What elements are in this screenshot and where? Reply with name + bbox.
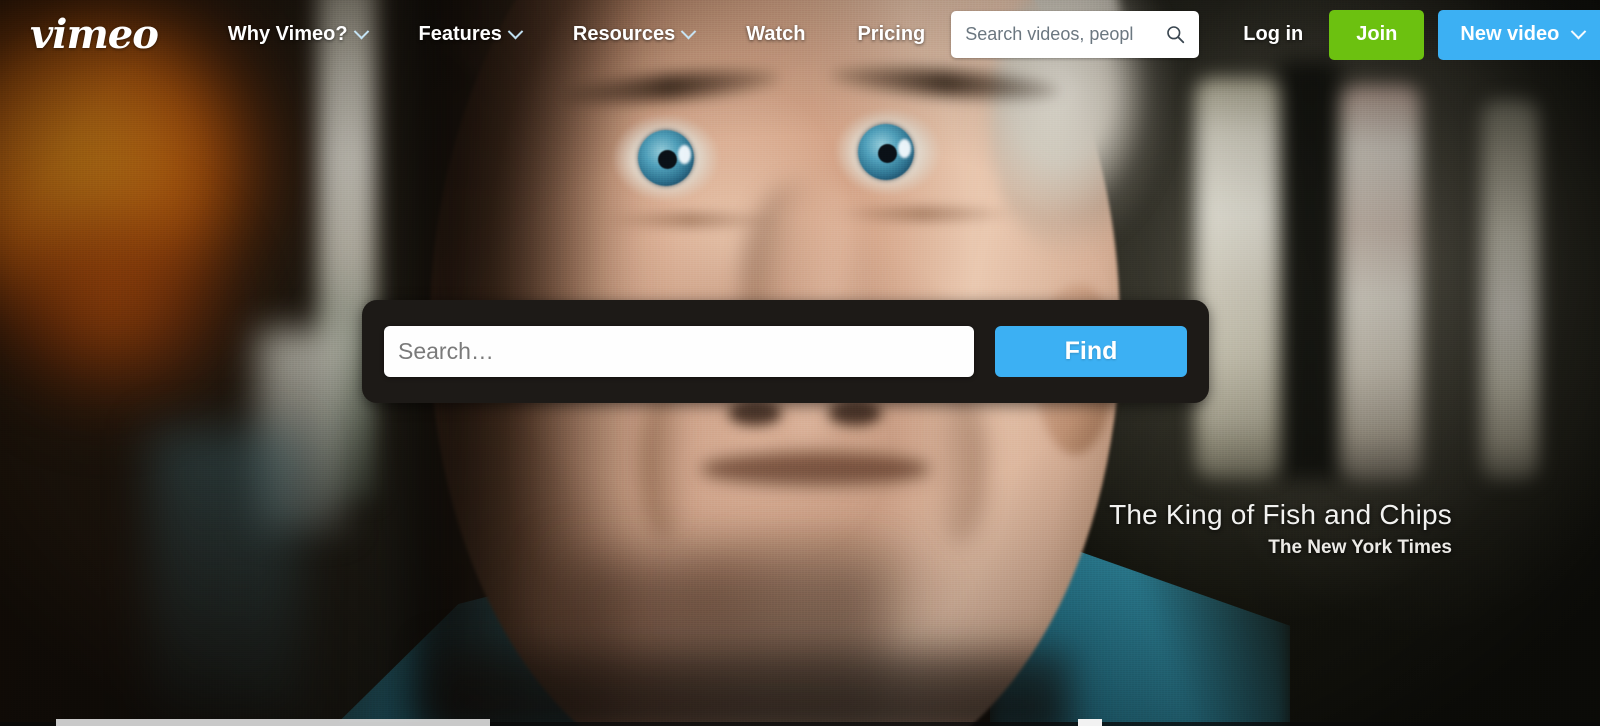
hero-video-title[interactable]: The King of Fish and Chips <box>1109 499 1452 531</box>
subject-mouth <box>700 452 930 486</box>
subject-eye-glint-right <box>898 139 911 158</box>
progress-buffered-range <box>56 719 490 726</box>
new-video-button[interactable]: New video <box>1438 9 1600 60</box>
hero-caption: The King of Fish and Chips The New York … <box>1109 499 1452 559</box>
progress-playhead[interactable] <box>1078 719 1102 726</box>
subject-nostril-right <box>828 400 882 426</box>
nav-label: Pricing <box>857 23 926 45</box>
background-teal-left <box>150 430 300 720</box>
nav-item-why-vimeo[interactable]: Why Vimeo? <box>202 0 393 69</box>
subject-pupil-left <box>658 150 677 169</box>
search-icon[interactable] <box>1166 25 1185 44</box>
find-button[interactable]: Find <box>995 326 1187 377</box>
subject-shoulders <box>430 650 1070 726</box>
vimeo-logo[interactable]: vimeo <box>30 14 159 55</box>
navbar-search-box[interactable] <box>951 11 1200 58</box>
chevron-down-icon <box>507 23 524 40</box>
background-column-one <box>1196 78 1278 478</box>
nav-item-watch[interactable]: Watch <box>720 0 831 69</box>
main-navbar: vimeo Why Vimeo? Features Resources Watc… <box>0 0 1600 69</box>
chevron-down-icon <box>1571 23 1587 40</box>
subject-eye-glint-left <box>678 145 691 164</box>
search-overlay-panel: Find <box>362 300 1209 403</box>
subject-pupil-right <box>878 144 897 163</box>
subject-nostril-left <box>728 400 782 426</box>
chevron-down-icon <box>353 23 369 40</box>
nav-label: Why Vimeo? <box>227 23 348 45</box>
nav-item-features[interactable]: Features <box>393 0 547 69</box>
primary-nav: Why Vimeo? Features Resources Watch Pric… <box>202 0 951 69</box>
chevron-down-icon <box>680 23 697 40</box>
nav-label: Features <box>418 23 502 45</box>
search-input[interactable] <box>965 24 1163 45</box>
nav-item-pricing[interactable]: Pricing <box>831 0 951 69</box>
nav-label: Watch <box>746 23 806 45</box>
background-column-two <box>1342 85 1420 480</box>
subject-smile-line-right <box>930 385 986 545</box>
nav-actions: Log in Join New video <box>951 9 1600 60</box>
new-video-label: New video <box>1460 23 1560 45</box>
background-column-three <box>1482 100 1538 480</box>
nav-item-resources[interactable]: Resources <box>547 0 720 69</box>
video-progress-bar[interactable] <box>0 716 1600 726</box>
subject-smile-line-left <box>640 390 690 540</box>
nav-label: Resources <box>572 23 676 45</box>
hero-video-source[interactable]: The New York Times <box>1109 537 1452 559</box>
login-button[interactable]: Log in <box>1217 10 1329 60</box>
vimeo-homepage: vimeo Why Vimeo? Features Resources Watc… <box>0 0 1600 726</box>
background-dark-gap <box>1280 60 1340 480</box>
overlay-search-input[interactable] <box>384 326 974 377</box>
join-button[interactable]: Join <box>1329 9 1425 60</box>
